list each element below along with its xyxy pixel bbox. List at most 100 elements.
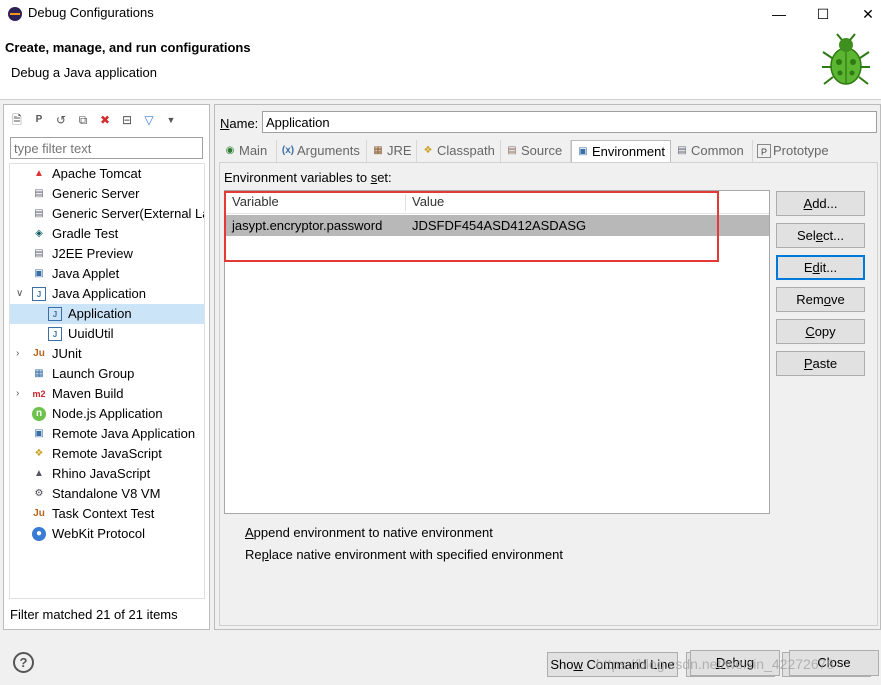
- tree-item-maven-build[interactable]: › m2 Maven Build: [10, 384, 204, 404]
- view-menu-icon[interactable]: ▼: [162, 111, 180, 129]
- collapse-all-icon[interactable]: ⊟: [118, 111, 136, 129]
- tree-item-j2ee-preview[interactable]: ▤ J2EE Preview: [10, 244, 204, 264]
- variable-cell: jasypt.encryptor.password: [232, 218, 383, 233]
- remove-button[interactable]: Remove: [776, 287, 865, 312]
- column-header-value[interactable]: Value: [412, 191, 444, 213]
- tree-item-standalone-v8-vm[interactable]: ⚙ Standalone V8 VM: [10, 484, 204, 504]
- new-config-icon[interactable]: 🗎: [8, 111, 26, 129]
- tab-prototype[interactable]: P Prototype: [753, 140, 843, 162]
- tree-item-java-applet[interactable]: ▣ Java Applet: [10, 264, 204, 284]
- maven-icon: m2: [32, 389, 46, 399]
- configuration-tree: ▲ Apache Tomcat ▤ Generic Server ▤ Gener…: [9, 163, 205, 599]
- tree-item-apache-tomcat[interactable]: ▲ Apache Tomcat: [10, 164, 204, 184]
- delete-icon[interactable]: ✖: [96, 111, 114, 129]
- chevron-right-icon[interactable]: ›: [16, 384, 26, 404]
- filter-input[interactable]: [10, 137, 203, 159]
- duplicate-icon[interactable]: ⧉: [74, 111, 92, 129]
- tree-item-label: Task Context Test: [52, 506, 155, 521]
- select-button[interactable]: Select...: [776, 223, 865, 248]
- tab-label: Arguments: [297, 143, 360, 158]
- junit-icon: Ju: [33, 348, 45, 359]
- add-button[interactable]: Add...: [776, 191, 865, 216]
- close-window-button[interactable]: ✕: [858, 4, 878, 24]
- minimize-button[interactable]: —: [769, 4, 789, 24]
- chevron-right-icon[interactable]: ›: [16, 344, 26, 364]
- environment-tab-content: Environment variables to set: Variable V…: [219, 162, 878, 677]
- tree-item-remote-javascript[interactable]: ❖ Remote JavaScript: [10, 444, 204, 464]
- tree-item-java-application[interactable]: ∨ J Java Application: [10, 284, 204, 304]
- tree-item-label: Java Applet: [52, 266, 120, 281]
- tab-label: Source: [521, 143, 563, 158]
- tab-common[interactable]: ▤ Common: [671, 140, 753, 162]
- replace-environment-radio[interactable]: Replace native environment with specifie…: [245, 547, 563, 562]
- tab-source[interactable]: ▤ Source: [501, 140, 571, 162]
- tree-item-label: Node.js Application: [52, 406, 163, 421]
- gradle-icon: ◈: [35, 228, 43, 239]
- edit-button[interactable]: Edit...: [776, 255, 865, 280]
- tab-classpath[interactable]: ❖ Classpath: [417, 140, 501, 162]
- tree-item-generic-server-external[interactable]: ▤ Generic Server(External La: [10, 204, 204, 224]
- config-tabs: ◉ Main (x) Arguments ▦ JRE ❖ Classpath ▤…: [219, 140, 878, 163]
- tree-item-rhino-javascript[interactable]: ▲ Rhino JavaScript: [10, 464, 204, 484]
- source-icon: ▤: [507, 145, 517, 156]
- tree-item-label: Remote JavaScript: [52, 446, 162, 461]
- env-vars-table[interactable]: Variable Value jasypt.encryptor.password…: [224, 190, 770, 514]
- name-input[interactable]: [262, 111, 877, 133]
- table-header: Variable Value: [225, 191, 769, 214]
- maximize-button[interactable]: ☐: [813, 4, 833, 24]
- tab-jre[interactable]: ▦ JRE: [367, 140, 417, 162]
- launch-group-icon: ▦: [34, 368, 44, 379]
- table-row[interactable]: jasypt.encryptor.password JDSFDF454ASD41…: [225, 215, 769, 236]
- export-icon[interactable]: ↺: [52, 111, 70, 129]
- nodejs-icon: n: [32, 407, 46, 421]
- server-icon: ▤: [34, 208, 44, 219]
- copy-button[interactable]: Copy: [776, 319, 865, 344]
- window-title: Debug Configurations: [28, 5, 154, 20]
- main-icon: ◉: [225, 145, 235, 156]
- column-header-variable[interactable]: Variable: [232, 191, 279, 213]
- tree-item-nodejs-application[interactable]: n Node.js Application: [10, 404, 204, 424]
- help-icon[interactable]: ?: [13, 652, 34, 673]
- tree-item-label: Rhino JavaScript: [52, 466, 151, 481]
- watermark-text: https://blog.csdn.net/weixin_42272678: [596, 656, 835, 672]
- tree-item-uuidutil[interactable]: J UuidUtil: [10, 324, 204, 344]
- dialog-header: Create, manage, and run configurations D…: [0, 28, 881, 100]
- eclipse-icon: [8, 7, 22, 21]
- tree-item-webkit-protocol[interactable]: ● WebKit Protocol: [10, 524, 204, 544]
- configuration-editor: Name: ◉ Main (x) Arguments ▦ JRE ❖ Class…: [214, 104, 881, 677]
- tree-item-label: Launch Group: [52, 366, 135, 381]
- tree-item-task-context-test[interactable]: Ju Task Context Test: [10, 504, 204, 524]
- configuration-tree-panel: 🗎 P ↺ ⧉ ✖ ⊟ ▽ ▼ ▲ Apache Tomcat ▤ Generi…: [3, 104, 210, 630]
- environment-icon: ▣: [578, 146, 588, 157]
- tree-item-application[interactable]: J Application: [10, 304, 204, 324]
- tab-main[interactable]: ◉ Main: [219, 140, 277, 162]
- tree-item-generic-server[interactable]: ▤ Generic Server: [10, 184, 204, 204]
- tree-item-label: WebKit Protocol: [52, 526, 145, 541]
- arguments-icon: (x): [281, 145, 295, 156]
- tab-environment[interactable]: ▣ Environment: [571, 140, 671, 163]
- v8-icon: ⚙: [34, 488, 44, 499]
- debug-bug-icon: [822, 33, 870, 85]
- rhino-icon: ▲: [34, 468, 44, 479]
- tree-item-gradle-test[interactable]: ◈ Gradle Test: [10, 224, 204, 244]
- append-environment-radio[interactable]: Append environment to native environment: [245, 525, 493, 540]
- task-context-icon: Ju: [33, 508, 45, 519]
- tree-item-remote-java-application[interactable]: ▣ Remote Java Application: [10, 424, 204, 444]
- classpath-icon: ❖: [423, 145, 433, 156]
- tree-item-label: Maven Build: [52, 386, 124, 401]
- paste-button[interactable]: Paste: [776, 351, 865, 376]
- tab-arguments[interactable]: (x) Arguments: [277, 140, 367, 162]
- tree-item-label: Remote Java Application: [52, 426, 196, 441]
- tree-item-launch-group[interactable]: ▦ Launch Group: [10, 364, 204, 384]
- tree-item-label: Generic Server: [52, 186, 140, 201]
- env-vars-label: Environment variables to set:: [224, 170, 392, 185]
- tree-item-junit[interactable]: › Ju JUnit: [10, 344, 204, 364]
- tab-label: Environment: [592, 144, 665, 159]
- tree-item-label: Application: [68, 306, 132, 321]
- new-prototype-icon[interactable]: P: [30, 111, 48, 129]
- chevron-down-icon[interactable]: ∨: [16, 284, 26, 304]
- tab-label: Main: [239, 143, 268, 158]
- filter-icon[interactable]: ▽: [140, 111, 158, 129]
- webkit-icon: ●: [32, 527, 46, 541]
- tree-item-label: Java Application: [52, 286, 146, 301]
